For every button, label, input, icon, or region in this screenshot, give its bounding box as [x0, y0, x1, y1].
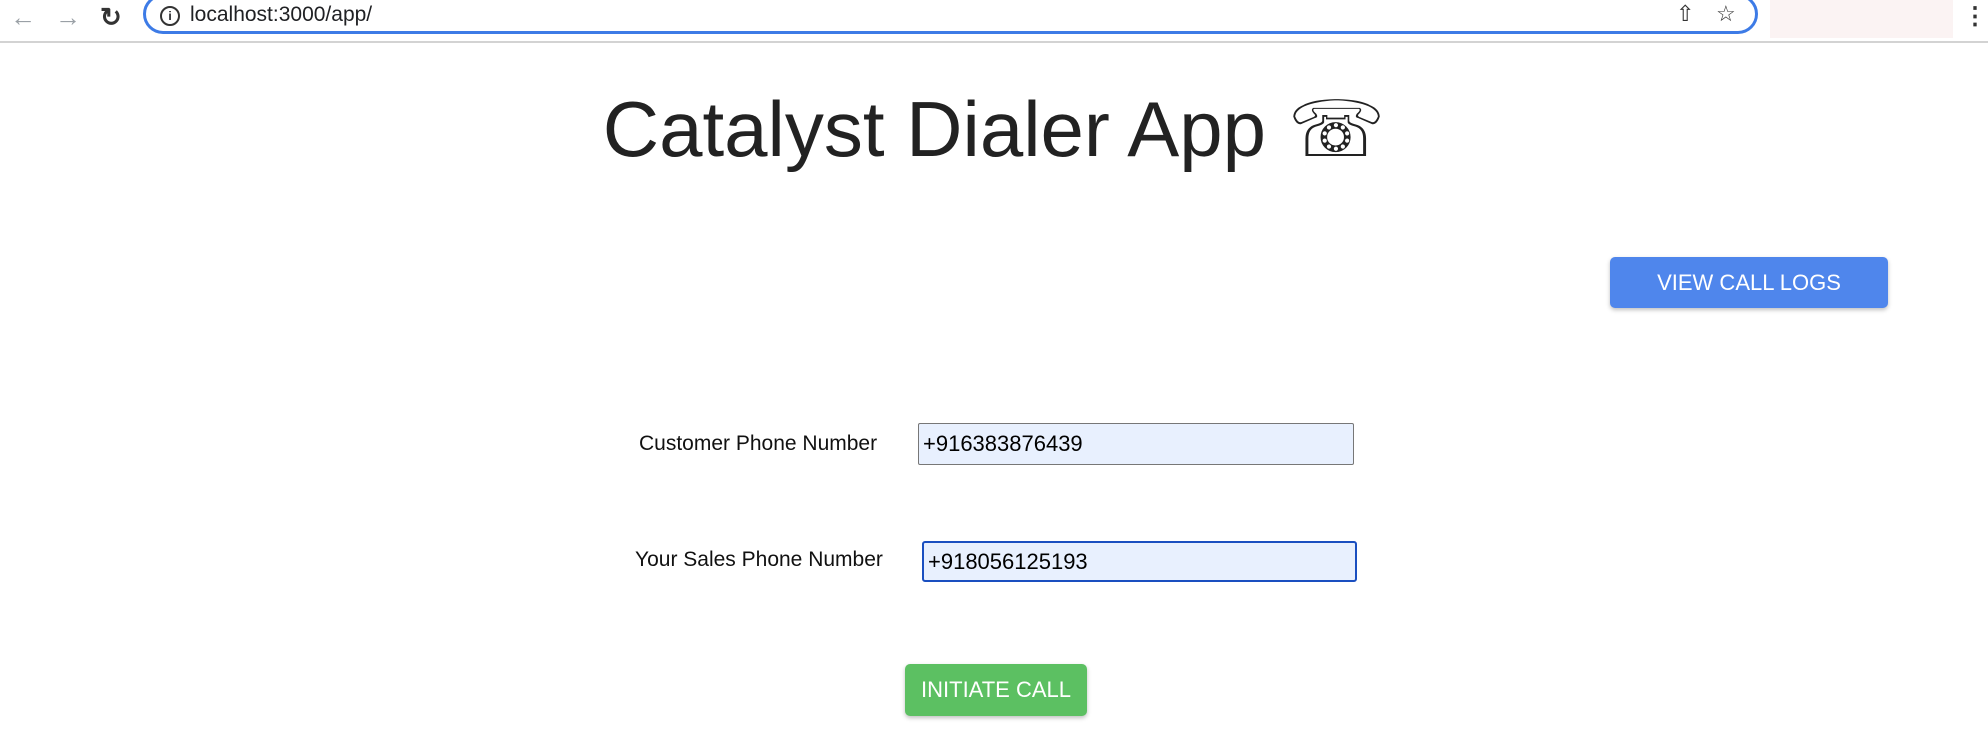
- star-icon[interactable]: ☆: [1716, 1, 1736, 27]
- menu-icon[interactable]: ⋮: [1963, 2, 1987, 31]
- customer-phone-label: Customer Phone Number: [639, 432, 878, 455]
- address-bar[interactable]: i localhost:3000/app/ ⇧ ☆: [143, 0, 1758, 34]
- url-text[interactable]: localhost:3000/app/: [190, 3, 372, 27]
- view-call-logs-button[interactable]: VIEW CALL LOGS: [1610, 257, 1888, 308]
- reload-icon[interactable]: ↻: [100, 2, 122, 32]
- sales-phone-input[interactable]: [922, 541, 1357, 582]
- back-icon[interactable]: ←: [10, 2, 36, 32]
- share-icon[interactable]: ⇧: [1676, 1, 1694, 27]
- customer-phone-input[interactable]: [918, 423, 1354, 465]
- sales-phone-label: Your Sales Phone Number: [635, 548, 883, 571]
- profile-area: [1770, 0, 1953, 38]
- forward-icon[interactable]: →: [55, 2, 81, 32]
- page-title: Catalyst Dialer App ☏: [602, 85, 1386, 173]
- browser-toolbar: ← → ↻ i localhost:3000/app/ ⇧ ☆ ⋮: [0, 0, 1988, 43]
- info-icon[interactable]: i: [160, 6, 180, 26]
- initiate-call-button[interactable]: INITIATE CALL: [905, 664, 1087, 716]
